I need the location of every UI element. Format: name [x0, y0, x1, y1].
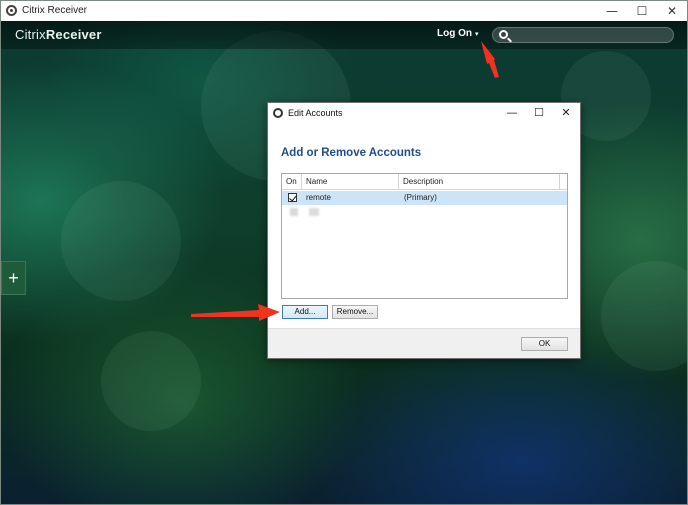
- accounts-list-header: On Name Description: [282, 174, 567, 190]
- add-account-button[interactable]: Add...: [282, 305, 328, 319]
- dialog-minimize-button[interactable]: —: [498, 103, 526, 123]
- search-input[interactable]: [513, 28, 669, 42]
- dialog-maximize-button[interactable]: ☐: [525, 103, 553, 123]
- brand-light-text: Citrix: [15, 27, 46, 42]
- window-title: Citrix Receiver: [22, 5, 88, 16]
- citrix-app-icon: [6, 5, 17, 16]
- brand-strong-text: Receiver: [45, 27, 102, 42]
- citrix-receiver-logo: CitrixReceiver: [15, 27, 102, 42]
- dialog-title: Edit Accounts: [288, 108, 343, 118]
- citrix-app-icon: [273, 108, 283, 118]
- receiver-topbar: CitrixReceiver Log On ▾: [1, 21, 687, 49]
- citrix-receiver-window: Citrix Receiver — ☐ ✕ CitrixReceiver Log…: [0, 0, 688, 505]
- background-bokeh: [101, 331, 201, 431]
- redacted-checkbox: [290, 208, 298, 216]
- edit-accounts-dialog: Edit Accounts — ☐ ✕ Add or Remove Accoun…: [267, 102, 581, 359]
- search-icon: [499, 30, 508, 39]
- search-box[interactable]: [492, 27, 674, 43]
- dialog-footer: OK: [268, 328, 580, 358]
- remove-account-button[interactable]: Remove...: [332, 305, 378, 319]
- minimize-button[interactable]: —: [597, 1, 627, 21]
- column-header-on[interactable]: On: [282, 174, 302, 190]
- column-header-description[interactable]: Description: [399, 174, 560, 190]
- redacted-name: [309, 208, 319, 216]
- account-row[interactable]: remote (Primary): [282, 191, 567, 205]
- account-name: remote: [306, 193, 331, 202]
- dialog-titlebar: Edit Accounts — ☐ ✕: [268, 103, 580, 123]
- background-bokeh: [601, 261, 687, 371]
- chevron-down-icon[interactable]: ▾: [475, 30, 479, 38]
- ok-button[interactable]: OK: [521, 337, 568, 351]
- account-row-redacted[interactable]: [282, 205, 567, 219]
- account-enabled-checkbox[interactable]: [288, 193, 297, 202]
- accounts-list[interactable]: On Name Description remote (Primary): [281, 173, 568, 299]
- log-on-button[interactable]: Log On: [437, 28, 472, 39]
- dialog-heading: Add or Remove Accounts: [281, 147, 422, 159]
- close-button[interactable]: ✕: [657, 1, 687, 21]
- dialog-close-button[interactable]: ✕: [552, 103, 580, 123]
- maximize-button[interactable]: ☐: [627, 1, 657, 21]
- background-bokeh: [61, 181, 181, 301]
- column-header-name[interactable]: Name: [302, 174, 399, 190]
- account-description: (Primary): [404, 193, 437, 202]
- add-apps-button[interactable]: +: [1, 261, 26, 295]
- window-titlebar: Citrix Receiver — ☐ ✕: [1, 1, 687, 21]
